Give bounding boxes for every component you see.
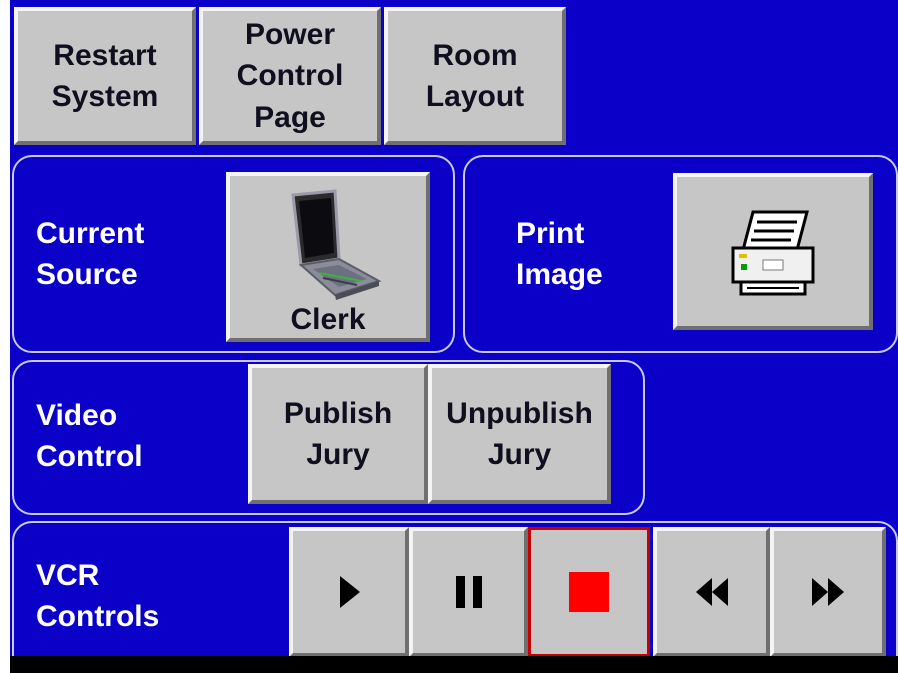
laptop-icon (291, 189, 382, 300)
pause-button[interactable] (409, 527, 528, 657)
print-image-button[interactable] (673, 173, 873, 330)
play-icon (340, 576, 360, 608)
play-button[interactable] (289, 527, 409, 657)
restart-system-label: Restart System (51, 38, 159, 113)
clerk-label: Clerk (290, 303, 366, 336)
bottom-bar (10, 656, 898, 673)
current-source-label: Current Source (36, 217, 145, 292)
publish-jury-button[interactable]: Publish Jury (248, 364, 428, 504)
restart-system-button[interactable]: Restart System (14, 7, 196, 145)
clerk-source-button[interactable]: Clerk (226, 172, 430, 342)
rewind-icon (695, 578, 728, 606)
touch-panel-screen: Restart System Power Control Page Room L… (10, 0, 898, 673)
vcr-controls-label: VCR Controls (36, 559, 160, 634)
printer-icon (731, 210, 815, 295)
fast-forward-icon (812, 578, 844, 606)
stop-button[interactable] (528, 527, 650, 657)
room-layout-label: Room Layout (425, 38, 525, 113)
room-layout-button[interactable]: Room Layout (384, 7, 566, 145)
unpublish-jury-button[interactable]: Unpublish Jury (428, 364, 611, 504)
power-control-page-label: Power Control Page (236, 17, 344, 134)
unpublish-jury-label: Unpublish Jury (446, 396, 593, 471)
stop-icon (569, 572, 609, 612)
rewind-button[interactable] (653, 527, 770, 657)
fast-forward-button[interactable] (770, 527, 886, 657)
video-control-label: Video Control (36, 399, 143, 474)
print-image-label: Print Image (516, 217, 603, 292)
pause-icon (455, 576, 482, 608)
power-control-page-button[interactable]: Power Control Page (199, 7, 381, 145)
publish-jury-label: Publish Jury (283, 396, 393, 471)
